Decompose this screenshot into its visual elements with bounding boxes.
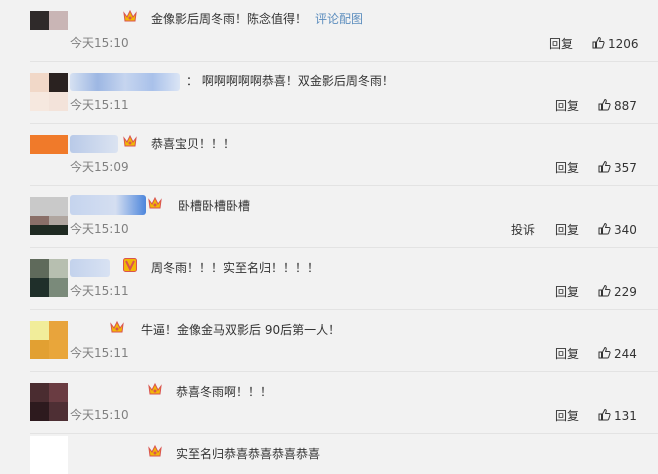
username[interactable] xyxy=(70,135,118,153)
thumbs-up-icon xyxy=(598,222,611,235)
report-button[interactable]: 投诉 xyxy=(511,221,535,238)
comment-text: 卧槽卧槽卧槽 xyxy=(178,199,251,213)
avatar[interactable] xyxy=(30,383,68,421)
crown-badge-icon xyxy=(123,9,137,22)
thumbs-up-icon xyxy=(598,408,611,421)
comment-time: 今天15:09 xyxy=(70,160,129,174)
like-count: 1206 xyxy=(608,37,639,51)
comment-item: 恭喜宝贝！！！ 今天15:09 回复 357 xyxy=(0,124,658,186)
reply-button[interactable]: 回复 xyxy=(555,283,579,300)
like-count: 244 xyxy=(614,347,637,361)
comment-text: ： 啊啊啊啊啊恭喜！双金影后周冬雨！ xyxy=(186,74,394,88)
like-count: 357 xyxy=(614,161,637,175)
comment-list: 金像影后周冬雨！陈念值得！ 评论配图 今天15:10 回复 1206 ： 啊啊啊啊… xyxy=(0,0,658,474)
comment-time: 今天15:10 xyxy=(70,36,129,50)
comment-item: 牛逼！金像金马双影后 90后第一人！ 今天15:11 回复 244 xyxy=(0,310,658,372)
reply-button[interactable]: 回复 xyxy=(549,35,573,52)
vip-badge-icon xyxy=(123,258,137,272)
view-image-link[interactable]: 评论配图 xyxy=(315,12,363,26)
reply-button[interactable]: 回复 xyxy=(555,345,579,362)
comment-item: ： 啊啊啊啊啊恭喜！双金影后周冬雨！ 今天15:11 回复 887 xyxy=(0,62,658,124)
thumbs-up-icon xyxy=(598,346,611,359)
avatar[interactable] xyxy=(30,321,68,359)
like-count: 131 xyxy=(614,409,637,423)
comment-item: 金像影后周冬雨！陈念值得！ 评论配图 今天15:10 回复 1206 xyxy=(0,0,658,62)
comment-item: 实至名归恭喜恭喜恭喜恭喜 xyxy=(0,434,658,474)
avatar[interactable] xyxy=(30,259,68,297)
avatar[interactable] xyxy=(30,11,68,49)
comment-text: 周冬雨！！！实至名归！！！！ xyxy=(151,261,320,275)
reply-button[interactable]: 回复 xyxy=(555,97,579,114)
thumbs-up-icon xyxy=(598,98,611,111)
comment-item: 周冬雨！！！实至名归！！！！ 今天15:11 回复 229 xyxy=(0,248,658,310)
reply-button[interactable]: 回复 xyxy=(555,407,579,424)
username[interactable] xyxy=(70,195,146,215)
comment-item: 恭喜冬雨啊！！！ 今天15:10 回复 131 xyxy=(0,372,658,434)
username[interactable] xyxy=(70,259,110,277)
comment-time: 今天15:11 xyxy=(70,284,129,298)
like-count: 229 xyxy=(614,285,637,299)
avatar[interactable] xyxy=(30,436,68,474)
comment-item: 卧槽卧槽卧槽 今天15:10 投诉 回复 340 xyxy=(0,186,658,248)
crown-badge-icon xyxy=(148,382,162,395)
comment-time: 今天15:11 xyxy=(70,98,129,112)
like-count: 887 xyxy=(614,99,637,113)
reply-button[interactable]: 回复 xyxy=(555,221,579,238)
comment-text: 恭喜冬雨啊！！！ xyxy=(176,385,273,399)
comment-time: 今天15:10 xyxy=(70,222,129,236)
like-count: 340 xyxy=(614,223,637,237)
crown-badge-icon xyxy=(123,134,137,147)
comment-time: 今天15:11 xyxy=(70,346,129,360)
avatar[interactable] xyxy=(30,73,68,111)
avatar[interactable] xyxy=(30,197,68,235)
comment-text: 牛逼！金像金马双影后 90后第一人！ xyxy=(141,323,341,337)
thumbs-up-icon xyxy=(598,284,611,297)
reply-button[interactable]: 回复 xyxy=(555,159,579,176)
avatar[interactable] xyxy=(30,135,68,173)
crown-badge-icon xyxy=(148,196,162,209)
comment-body: 金像影后周冬雨！陈念值得！ xyxy=(151,12,308,26)
comment-text: 恭喜宝贝！！！ xyxy=(151,137,236,151)
comment-time: 今天15:10 xyxy=(70,408,129,422)
thumbs-up-icon xyxy=(592,36,605,49)
username[interactable] xyxy=(70,73,180,91)
crown-badge-icon xyxy=(148,444,162,457)
comment-text: 金像影后周冬雨！陈念值得！ 评论配图 xyxy=(151,10,363,27)
thumbs-up-icon xyxy=(598,160,611,173)
crown-badge-icon xyxy=(110,320,124,333)
comment-text: 实至名归恭喜恭喜恭喜恭喜 xyxy=(176,447,321,461)
